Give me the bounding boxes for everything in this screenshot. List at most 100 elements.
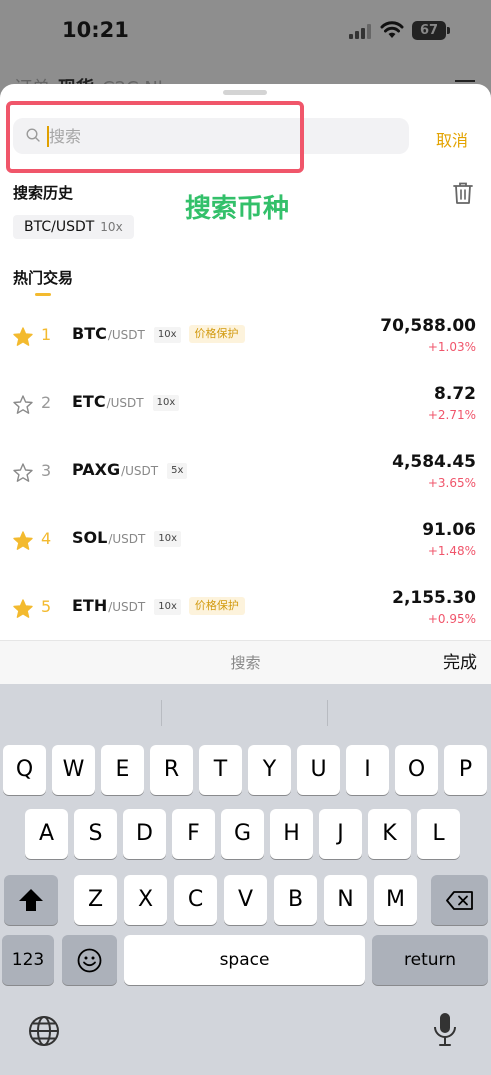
star-outline-icon[interactable] (13, 463, 33, 483)
highlight-annotation-box (6, 101, 304, 173)
symbol-base: BTC (72, 324, 107, 343)
symbol-label: ETC/USDT 10x (72, 392, 180, 411)
numbers-key[interactable]: 123 (2, 935, 54, 985)
key-a[interactable]: A (25, 809, 68, 859)
key-g[interactable]: G (221, 809, 264, 859)
trash-icon[interactable] (452, 181, 474, 205)
key-m[interactable]: M (374, 875, 417, 925)
leverage-badge: 10x (153, 327, 181, 343)
rank-number: 1 (41, 325, 52, 344)
emoji-key[interactable] (62, 935, 117, 985)
emoji-icon (77, 948, 102, 973)
symbol-base: ETC (72, 392, 106, 411)
keyboard-accessory-bar: 搜索 完成 (0, 640, 491, 684)
key-l[interactable]: L (417, 809, 460, 859)
symbol-quote: /USDT (107, 328, 145, 342)
key-u[interactable]: U (297, 745, 340, 795)
symbol-quote: /USDT (121, 464, 159, 478)
price-protection-badge: 价格保护 (188, 325, 245, 343)
symbol-base: ETH (72, 596, 108, 615)
rank-number: 4 (41, 529, 52, 548)
hot-list-item[interactable]: 1 BTC/USDT 10x 价格保护 70,588.00 +1.03% (0, 316, 491, 384)
key-h[interactable]: H (270, 809, 313, 859)
price-protection-badge: 价格保护 (188, 597, 245, 615)
key-p[interactable]: P (444, 745, 487, 795)
sheet-drag-handle[interactable] (223, 90, 267, 95)
key-q[interactable]: Q (3, 745, 46, 795)
key-d[interactable]: D (123, 809, 166, 859)
done-button[interactable]: 完成 (443, 641, 477, 685)
star-outline-icon[interactable] (13, 395, 33, 415)
key-x[interactable]: X (124, 875, 167, 925)
key-n[interactable]: N (324, 875, 367, 925)
battery-icon: 67 (412, 21, 450, 40)
key-f[interactable]: F (172, 809, 215, 859)
suggestion-divider (327, 700, 328, 726)
backspace-icon (446, 891, 473, 910)
key-i[interactable]: I (346, 745, 389, 795)
status-bar: 10:21 67 (0, 0, 491, 70)
key-b[interactable]: B (274, 875, 317, 925)
history-chip-pair: BTC/USDT (24, 219, 95, 235)
hot-trading-title[interactable]: 热门交易 (13, 267, 73, 288)
space-key[interactable]: space (124, 935, 365, 985)
hot-list-item[interactable]: 4 SOL/USDT 10x 91.06 +1.48% (0, 520, 491, 588)
history-chip-leverage: 10x (100, 220, 123, 234)
symbol-label: PAXG/USDT 5x (72, 460, 188, 479)
symbol-base: PAXG (72, 460, 121, 479)
return-key[interactable]: return (372, 935, 488, 985)
key-k[interactable]: K (368, 809, 411, 859)
key-c[interactable]: C (174, 875, 217, 925)
symbol-quote: /USDT (108, 532, 146, 546)
change-percent: +3.65% (427, 476, 476, 490)
shift-key[interactable] (4, 875, 58, 925)
hot-list-item[interactable]: 3 PAXG/USDT 5x 4,584.45 +3.65% (0, 452, 491, 520)
rank-number: 2 (41, 393, 52, 412)
cellular-signal-icon (349, 23, 375, 39)
key-z[interactable]: Z (74, 875, 117, 925)
key-j[interactable]: J (319, 809, 362, 859)
price-value: 2,155.30 (392, 588, 476, 608)
key-s[interactable]: S (74, 809, 117, 859)
change-percent: +1.03% (427, 340, 476, 354)
key-w[interactable]: W (52, 745, 95, 795)
key-r[interactable]: R (150, 745, 193, 795)
leverage-badge: 10x (154, 599, 181, 615)
star-filled-icon[interactable] (13, 531, 33, 551)
annotation-label: 搜索币种 (185, 194, 290, 224)
rank-number: 3 (41, 461, 52, 480)
symbol-quote: /USDT (106, 396, 144, 410)
leverage-badge: 10x (152, 395, 180, 411)
key-t[interactable]: T (199, 745, 242, 795)
key-o[interactable]: O (395, 745, 438, 795)
star-filled-icon[interactable] (13, 599, 33, 619)
keyboard: QWERTYUIOP ASDFGHJKL ZXCVBNM 123 space ret… (0, 684, 491, 1075)
key-v[interactable]: V (224, 875, 267, 925)
cancel-button[interactable]: 取消 (436, 127, 468, 151)
leverage-badge: 5x (167, 463, 188, 479)
leverage-badge: 10x (154, 531, 181, 547)
star-filled-icon[interactable] (13, 327, 33, 347)
wifi-icon (380, 21, 404, 38)
search-history-title: 搜索历史 (13, 184, 74, 202)
price-value: 8.72 (434, 384, 476, 404)
active-tab-indicator (35, 293, 51, 296)
microphone-icon[interactable] (433, 1012, 457, 1048)
suggestion-divider (161, 700, 162, 726)
status-time: 10:21 (62, 18, 129, 42)
search-sheet: 取消 搜索历史 搜索币种 BTC/USDT 10x 热门交易 1 BTC/USDT 1… (0, 84, 491, 684)
delete-key[interactable] (431, 875, 488, 925)
change-percent: +1.48% (427, 544, 476, 558)
symbol-quote: /USDT (108, 600, 146, 614)
rank-number: 5 (41, 597, 52, 616)
symbol-label: SOL/USDT 10x (72, 528, 181, 547)
key-e[interactable]: E (101, 745, 144, 795)
change-percent: +2.71% (427, 408, 476, 422)
hot-list-item[interactable]: 2 ETC/USDT 10x 8.72 +2.71% (0, 384, 491, 452)
history-chip[interactable]: BTC/USDT 10x (13, 215, 134, 239)
globe-icon[interactable] (28, 1015, 60, 1047)
price-value: 4,584.45 (392, 452, 476, 472)
price-value: 91.06 (422, 520, 476, 540)
key-y[interactable]: Y (248, 745, 291, 795)
change-percent: +0.95% (427, 612, 476, 626)
